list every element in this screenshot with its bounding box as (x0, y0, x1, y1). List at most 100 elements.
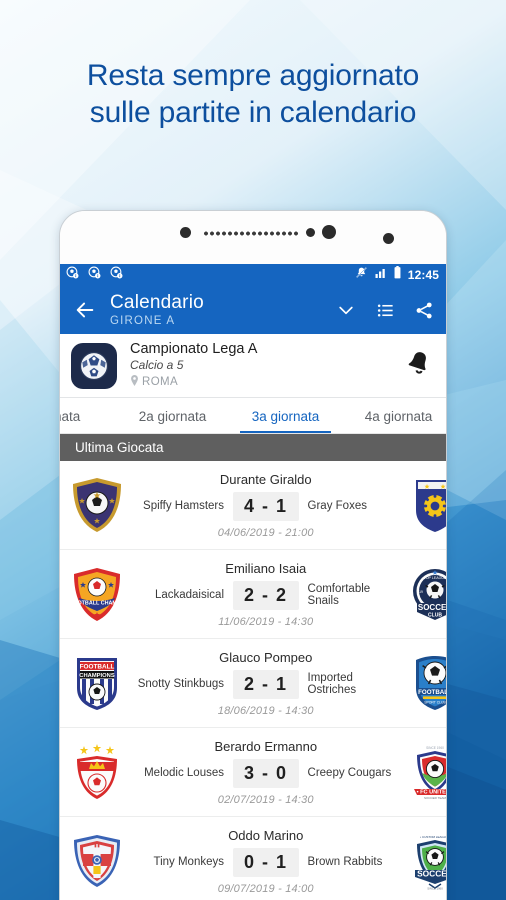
tab-3a-giornata[interactable]: 3a giornata (229, 398, 342, 434)
away-team-name: Imported Ostriches (307, 672, 357, 696)
match-details: Oddo Marino Tiny Monkeys 0 - 1 Brown Rab… (126, 828, 406, 895)
svg-text:SOCCER: SOCCER (417, 603, 446, 612)
home-team-name: Melodic Louses (144, 767, 224, 779)
shield-green-soccer-crest-icon: • CUSTOM LEAGUE • SOCCER SINCE 1960 (406, 830, 446, 892)
league-name: Campionato Lega A (130, 340, 258, 357)
tab-label: 3a giornata (251, 408, 320, 424)
table-row[interactable]: Berardo Ermanno Melodic Louses 3 - 0 Cre… (60, 728, 446, 817)
match-datetime: 11/06/2019 - 14:30 (218, 615, 314, 628)
league-crest-icon (71, 342, 117, 389)
status-system-icons: 12:45 (355, 266, 439, 284)
match-score: 0 - 1 (233, 847, 299, 877)
svg-text:FOOTBALL: FOOTBALL (80, 664, 115, 671)
arrow-left-icon[interactable] (70, 295, 100, 325)
table-row[interactable]: FOOTBALL CHAMPS Emiliano Isaia Lackadais… (60, 550, 446, 639)
bell-muted-icon (355, 266, 368, 284)
match-details: Berardo Ermanno Melodic Louses 3 - 0 Cre… (126, 739, 406, 806)
shield-gold-purple-crest-icon (68, 474, 126, 536)
scoreline: Spiffy Hamsters 4 - 1 Gray Foxes (128, 491, 404, 521)
chevron-down-icon[interactable] (336, 300, 356, 320)
app-bar: Calendario GIRONE A (60, 286, 446, 334)
match-list: Durante Giraldo Spiffy Hamsters 4 - 1 Gr… (60, 461, 446, 900)
svg-text:CHAMPIONS: CHAMPIONS (79, 673, 115, 679)
match-datetime: 18/06/2019 - 14:30 (217, 704, 314, 717)
status-notifications (66, 266, 123, 284)
league-location: ROMA (130, 375, 257, 390)
away-team-name: Gray Foxes (307, 500, 367, 512)
referee-name: Durante Giraldo (219, 471, 312, 487)
referee-name: Berardo Ermanno (214, 738, 318, 754)
tab-2a-giornata[interactable]: 2a giornata (116, 398, 229, 434)
svg-text:SPORT CLUB: SPORT CLUB (424, 701, 446, 705)
headline-line-1: Resta sempre aggiornato (86, 59, 420, 92)
matchday-tabs: ornata 2a giornata 3a giornata 4a giorna… (60, 398, 446, 434)
svg-text:SINCE 1960: SINCE 1960 (427, 886, 443, 890)
svg-text:CLUB: CLUB (428, 613, 442, 619)
away-team-name: Creepy Cougars (307, 767, 392, 779)
match-datetime: 04/06/2019 - 21:00 (217, 526, 314, 539)
match-details: Emiliano Isaia Lackadaisical 2 - 2 Comfo… (126, 561, 406, 628)
referee-name: Emiliano Isaia (225, 560, 307, 576)
match-score: 2 - 1 (233, 669, 299, 699)
scoreline: Melodic Louses 3 - 0 Creepy Cougars (128, 758, 404, 788)
scoreline: Snotty Stinkbugs 2 - 1 Imported Ostriche… (128, 669, 404, 699)
phone-top-bezel (60, 211, 446, 264)
page-title: Resta sempre aggiornato sulle partite in… (0, 58, 506, 131)
shield-navy-yellow-crest-icon (406, 474, 446, 536)
table-row[interactable]: Oddo Marino Tiny Monkeys 0 - 1 Brown Rab… (60, 817, 446, 900)
home-team-name: Tiny Monkeys (153, 856, 224, 868)
league-info: Campionato Lega A Calcio a 5 ROMA (130, 341, 257, 391)
home-team-name: Snotty Stinkbugs (137, 678, 224, 690)
soccer-ball-notification-icon (66, 266, 79, 284)
earpiece-speaker-icon (203, 231, 299, 236)
league-type: Calcio a 5 (130, 358, 184, 373)
home-team-name: Spiffy Hamsters (143, 500, 224, 512)
away-team-name: Comfortable Snails (307, 583, 371, 607)
tab-label: 4a giornata (364, 408, 433, 424)
tab-4a-giornata[interactable]: 4a giornata (342, 398, 446, 434)
svg-text:SOCCER: SOCCER (417, 869, 446, 879)
svg-text:• CUSTOM LEAGUE •: • CUSTOM LEAGUE • (420, 835, 446, 839)
app-bar-actions (336, 300, 434, 320)
svg-text:TOP LEAGUE: TOP LEAGUE (423, 576, 446, 580)
match-details: Glauco Pompeo Snotty Stinkbugs 2 - 1 Imp… (126, 650, 406, 717)
app-bar-title: Calendario (110, 291, 204, 313)
league-card[interactable]: Campionato Lega A Calcio a 5 ROMA (60, 334, 446, 398)
match-details: Durante Giraldo Spiffy Hamsters 4 - 1 Gr… (126, 472, 406, 539)
svg-text:SOCCER TEAM: SOCCER TEAM (424, 796, 446, 800)
light-sensor-icon (306, 228, 315, 237)
bell-icon[interactable] (406, 349, 432, 382)
status-bar: 12:45 (60, 264, 446, 286)
phone-mockup: 12:45 Calendario GIRONE A Campionato Leg… (59, 210, 447, 900)
league-city: ROMA (142, 376, 179, 389)
app-bar-subtitle: GIRONE A (110, 314, 176, 327)
app-bar-titles: Calendario GIRONE A (110, 291, 204, 327)
list-icon[interactable] (376, 301, 395, 320)
location-pin-icon (130, 375, 139, 390)
svg-text:FOOTBALL: FOOTBALL (418, 689, 446, 696)
scoreline: Lackadaisical 2 - 2 Comfortable Snails (128, 580, 404, 610)
soccer-ball-notification-icon (110, 266, 123, 284)
proximity-sensor-icon (180, 227, 191, 238)
tab-1a-giornata[interactable]: ornata (60, 398, 116, 434)
away-team-name: Brown Rabbits (307, 856, 383, 868)
referee-name: Oddo Marino (228, 827, 304, 843)
section-header: Ultima Giocata (60, 434, 446, 461)
table-row[interactable]: FOOTBALL CHAMPIONS Glauco Pompeo Snotty … (60, 639, 446, 728)
table-row[interactable]: Durante Giraldo Spiffy Hamsters 4 - 1 Gr… (60, 461, 446, 550)
shield-red-blue-striped-crest-icon (68, 830, 126, 892)
match-score: 4 - 1 (233, 491, 299, 521)
status-time: 12:45 (407, 268, 439, 282)
svg-text:SINCE 1960: SINCE 1960 (426, 746, 444, 750)
shield-red-orange-crest-icon: FOOTBALL CHAMPS (68, 563, 126, 625)
home-team-name: Lackadaisical (154, 589, 224, 601)
match-datetime: 09/07/2019 - 14:00 (217, 882, 314, 895)
scoreline: Tiny Monkeys 0 - 1 Brown Rabbits (128, 847, 404, 877)
referee-name: Glauco Pompeo (219, 649, 313, 665)
tab-label: ornata (60, 408, 81, 424)
shield-fc-united-crest-icon: SINCE 1960 • FC UNITED • SOCCER TEAM (406, 741, 446, 803)
share-icon[interactable] (415, 301, 434, 320)
phone-screen: 12:45 Calendario GIRONE A Campionato Leg… (60, 264, 446, 900)
shield-blue-football-crest-icon: FOOTBALL SPORT CLUB (406, 652, 446, 714)
led-indicator-icon (383, 233, 394, 244)
